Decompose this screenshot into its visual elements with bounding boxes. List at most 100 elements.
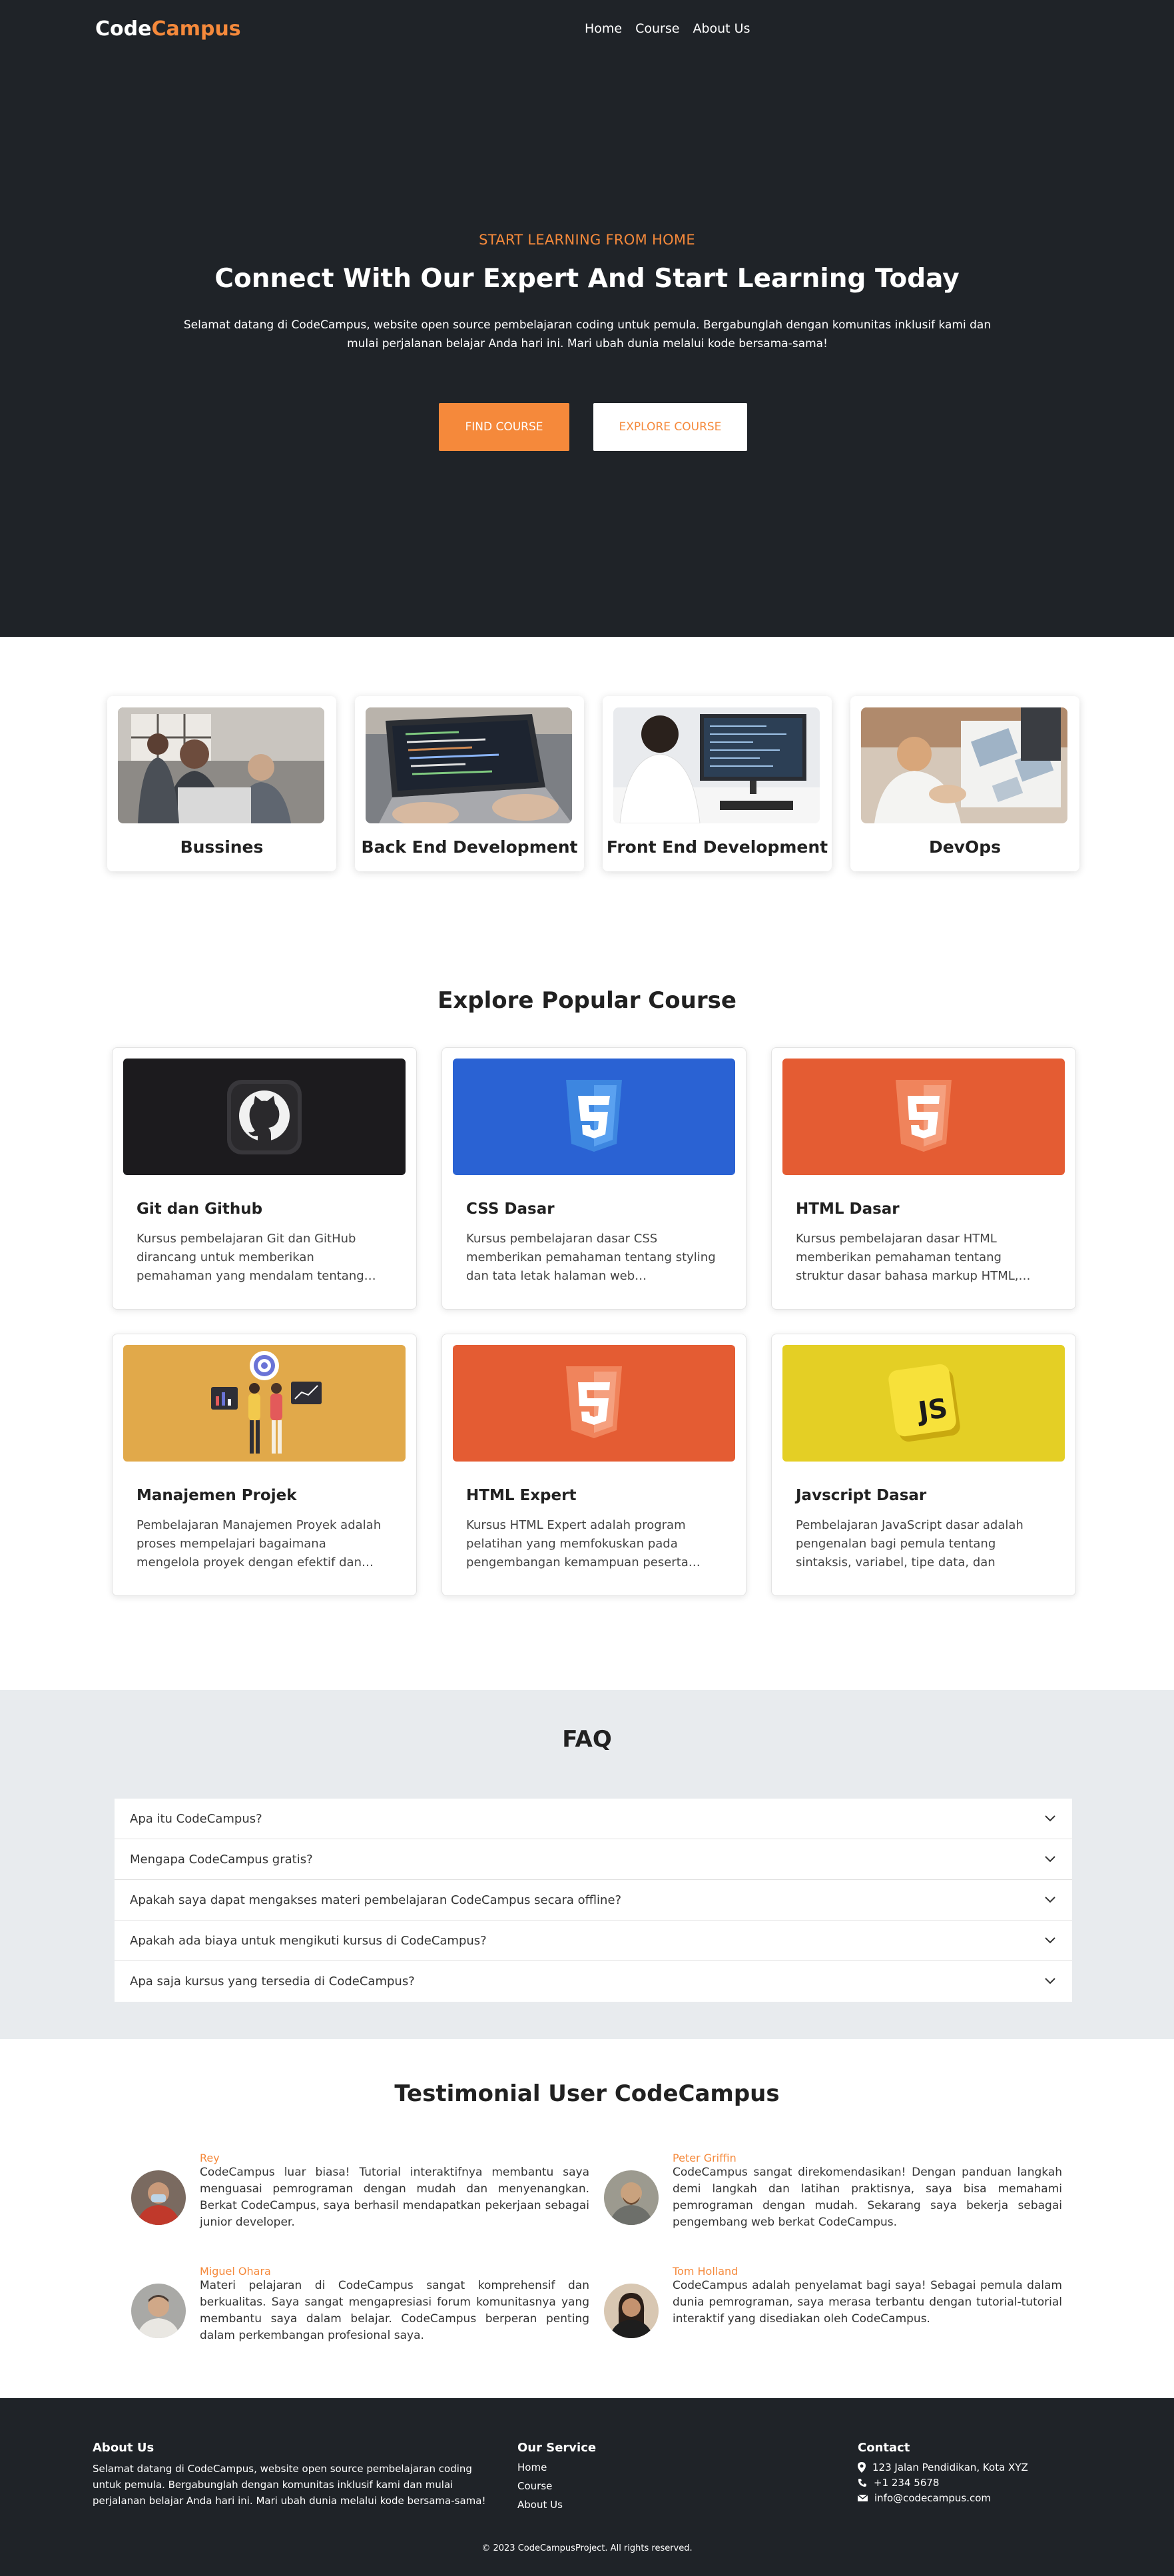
chevron-down-icon (1045, 1978, 1055, 1984)
course-thumbnail (782, 1059, 1065, 1175)
hero-description: Selamat datang di CodeCampus, website op… (183, 318, 992, 350)
faq-question: Apa itu CodeCampus? (130, 1812, 262, 1826)
course-card-html-expert[interactable]: HTML Expert Kursus HTML Expert adalah pr… (441, 1334, 746, 1596)
testimonial-card: Rey CodeCampus luar biasa! Tutorial inte… (131, 2152, 597, 2252)
avatar (131, 2284, 186, 2338)
course-description: Pembelajaran JavaScript dasar adalah pen… (796, 1518, 1024, 1569)
course-title: Javscript Dasar (796, 1487, 927, 1504)
course-description: Kursus pembelajaran dasar HTML memberika… (796, 1232, 1031, 1283)
category-card-devops[interactable]: DevOps (850, 696, 1079, 871)
category-card-business[interactable]: Bussines (107, 696, 336, 871)
course-card-html[interactable]: HTML Dasar Kursus pembelajaran dasar HTM… (771, 1047, 1076, 1310)
testimonial-text: CodeCampus sangat direkomendasikan! Deng… (673, 2166, 1062, 2229)
nav-links: Home Course About Us (585, 21, 750, 36)
course-description: Kursus pembelajaran Git dan GitHub diran… (137, 1232, 376, 1283)
chevron-down-icon (1045, 1856, 1055, 1863)
course-title: Manajemen Projek (137, 1487, 297, 1504)
footer-phone-text: +1 234 5678 (874, 2477, 940, 2489)
course-description: Pembelajaran Manajemen Proyek adalah pro… (137, 1518, 382, 1569)
category-label: DevOps (928, 837, 1002, 857)
course-title: HTML Expert (466, 1487, 577, 1504)
testimonial-name: Rey (200, 2152, 220, 2164)
faq-question: Apa saja kursus yang tersedia di CodeCam… (130, 1974, 415, 1988)
testimonial-card: Peter Griffin CodeCampus sangat direkome… (604, 2152, 1070, 2252)
footer: About Us Selamat datang di CodeCampus, w… (0, 2398, 1174, 2576)
faq-title: FAQ (562, 1726, 612, 1753)
find-course-button[interactable]: FIND COURSE (439, 403, 569, 451)
course-thumbnail: JS (782, 1345, 1065, 1462)
course-title: HTML Dasar (796, 1200, 900, 1218)
faq-section: FAQ Apa itu CodeCampus? Mengapa CodeCamp… (0, 1690, 1174, 2039)
testimonial-section-title: Testimonial User CodeCampus (394, 2080, 780, 2107)
course-card-javascript[interactable]: JS Javscript Dasar Pembelajaran JavaScri… (771, 1334, 1076, 1596)
avatar (131, 2170, 186, 2225)
navbar: CodeCampus Home Course About Us (0, 0, 1174, 60)
popular-section-title: Explore Popular Course (438, 987, 736, 1014)
business-team-photo (118, 707, 324, 823)
testimonial-text: CodeCampus adalah penyelamat bagi saya! … (673, 2279, 1062, 2326)
testimonial-text: CodeCampus luar biasa! Tutorial interakt… (200, 2166, 589, 2229)
footer-about-title: About Us (93, 2441, 154, 2455)
course-thumbnail (123, 1059, 406, 1175)
chevron-down-icon (1045, 1937, 1055, 1944)
javascript-icon: JS (888, 1364, 960, 1442)
footer-copyright: © 2023 CodeCampusProject. All rights res… (481, 2543, 693, 2553)
faq-item[interactable]: Apakah ada biaya untuk mengikuti kursus … (115, 1921, 1072, 1961)
faq-question: Apakah saya dapat mengakses materi pembe… (130, 1893, 622, 1907)
svg-text:JS: JS (914, 1393, 950, 1428)
course-card-css[interactable]: CSS Dasar Kursus pembelajaran dasar CSS … (441, 1047, 746, 1310)
brand-main: Code (95, 17, 152, 41)
devops-workspace-photo (861, 707, 1067, 823)
faq-item[interactable]: Mengapa CodeCampus gratis? (115, 1839, 1072, 1880)
course-thumbnail (453, 1345, 735, 1462)
chevron-down-icon (1045, 1815, 1055, 1822)
footer-phone: +1 234 5678 (858, 2477, 939, 2489)
explore-course-button[interactable]: EXPLORE COURSE (593, 403, 747, 451)
footer-link-course[interactable]: Course (517, 2480, 552, 2492)
chevron-down-icon (1045, 1897, 1055, 1903)
footer-address-text: 123 Jalan Pendidikan, Kota XYZ (872, 2461, 1028, 2473)
course-thumbnail (123, 1345, 406, 1462)
footer-contact-title: Contact (858, 2441, 910, 2455)
footer-email[interactable]: info@codecampus.com (858, 2492, 991, 2504)
map-pin-icon (858, 2462, 866, 2473)
course-title: CSS Dasar (466, 1200, 555, 1218)
phone-icon (858, 2479, 866, 2487)
course-thumbnail (453, 1059, 735, 1175)
html5-icon (566, 1366, 622, 1438)
envelope-icon (858, 2494, 868, 2501)
html5-icon (896, 1079, 952, 1152)
hero-eyebrow: START LEARNING FROM HOME (479, 232, 695, 248)
category-card-backend[interactable]: Back End Development (355, 696, 584, 871)
testimonial-name: Peter Griffin (673, 2152, 736, 2164)
brand-logo[interactable]: CodeCampus (95, 17, 241, 41)
course-card-git[interactable]: Git dan Github Kursus pembelajaran Git d… (112, 1047, 417, 1310)
faq-item[interactable]: Apa saja kursus yang tersedia di CodeCam… (115, 1961, 1072, 2002)
hero-section: START LEARNING FROM HOME Connect With Ou… (0, 60, 1174, 637)
project-management-icon (211, 1350, 322, 1454)
category-card-frontend[interactable]: Front End Development (603, 696, 832, 871)
footer-service-title: Our Service (517, 2441, 597, 2455)
faq-question: Mengapa CodeCampus gratis? (130, 1853, 313, 1867)
footer-about-text: Selamat datang di CodeCampus, website op… (93, 2463, 486, 2507)
course-description: Kursus pembelajaran dasar CSS memberikan… (466, 1232, 716, 1283)
github-icon (227, 1079, 302, 1154)
testimonial-name: Tom Holland (673, 2265, 738, 2278)
nav-link-about[interactable]: About Us (693, 21, 750, 36)
nav-link-home[interactable]: Home (585, 21, 622, 36)
faq-item[interactable]: Apakah saya dapat mengakses materi pembe… (115, 1880, 1072, 1921)
faq-item[interactable]: Apa itu CodeCampus? (115, 1799, 1072, 1839)
nav-link-course[interactable]: Course (635, 21, 679, 36)
hero-title: Connect With Our Expert And Start Learni… (214, 264, 960, 294)
footer-email-text: info@codecampus.com (874, 2492, 992, 2504)
avatar (604, 2284, 659, 2338)
footer-link-about[interactable]: About Us (517, 2499, 563, 2511)
faq-question: Apakah ada biaya untuk mengikuti kursus … (130, 1934, 487, 1948)
category-label: Back End Development (361, 837, 578, 857)
category-label: Front End Development (606, 837, 828, 857)
css3-icon (566, 1079, 622, 1152)
course-card-project-management[interactable]: Manajemen Projek Pembelajaran Manajemen … (112, 1334, 417, 1596)
footer-link-home[interactable]: Home (517, 2461, 547, 2473)
testimonial-card: Tom Holland CodeCampus adalah penyelamat… (604, 2265, 1070, 2365)
brand-accent: Campus (151, 17, 241, 41)
